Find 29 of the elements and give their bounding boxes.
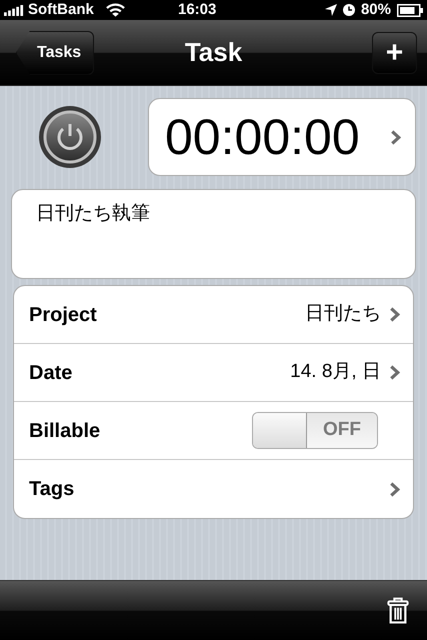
battery-icon xyxy=(397,4,423,16)
chevron-icon xyxy=(389,482,400,496)
timer-button[interactable]: 00:00:00 xyxy=(148,98,416,176)
back-button[interactable]: Tasks xyxy=(16,30,94,74)
power-button[interactable] xyxy=(38,105,102,169)
table-row[interactable]: Date 14. 8月, 日 xyxy=(14,344,413,402)
chevron-icon xyxy=(389,365,400,380)
chevron-icon xyxy=(389,307,400,322)
note-field[interactable]: 日刊たち執筆 xyxy=(11,189,416,279)
table-row[interactable]: Project 日刊たち xyxy=(14,286,413,344)
table-row[interactable]: Tags xyxy=(14,460,413,518)
wifi-icon xyxy=(106,3,125,17)
nav-title: Task xyxy=(184,36,244,69)
location-arrow-icon xyxy=(324,4,337,16)
row-value: 14. 8月, 日 xyxy=(290,360,381,384)
row-value: 日刊たち xyxy=(305,302,381,326)
row-label: Date xyxy=(29,360,72,386)
battery-percent: 80% xyxy=(360,0,391,20)
row-label: Project xyxy=(29,302,97,328)
add-button[interactable]: + xyxy=(372,32,417,74)
trash-icon[interactable] xyxy=(387,596,409,625)
carrier-name: SoftBank xyxy=(28,0,94,20)
status-time: 16:03 xyxy=(178,0,216,20)
clock-icon xyxy=(342,4,355,16)
row-label: Tags xyxy=(29,477,74,502)
chevron-icon xyxy=(390,130,401,144)
toggle-switch[interactable]: OFF xyxy=(252,412,378,449)
signal-icon xyxy=(4,4,24,16)
row-label: Billable xyxy=(29,418,100,444)
